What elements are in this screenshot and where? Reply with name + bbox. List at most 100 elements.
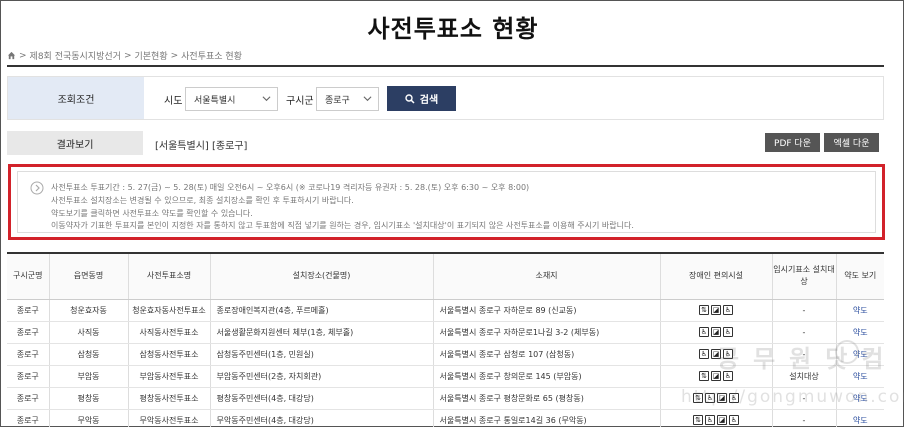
cell-place: 부암동주민센터(2층, 자치회관) — [210, 365, 434, 388]
cell-temp-booth: - — [772, 299, 837, 322]
table-row: 종로구 사직동 사직동사전투표소 서울생활문화지원센터 체부(1층, 체부홀) 서울특별… — [7, 321, 884, 344]
cell-place: 서울생활문화지원센터 체부(1층, 체부홀) — [210, 321, 434, 344]
ramp-icon: ◪ — [711, 327, 721, 337]
cell-name: 부암동사전투표소 — [128, 365, 211, 388]
col-header: 설치장소(건물명) — [210, 254, 434, 300]
cell-place: 무악동주민센터(4층, 대강당) — [210, 409, 434, 427]
elevator-icon: ⇅ — [699, 371, 709, 381]
wheelchair-icon: ♿ — [723, 371, 733, 381]
map-link[interactable]: 약도 — [836, 365, 884, 388]
notice-line: 사전투표소 투표기간 : 5. 27(금) ~ 5. 28(토) 매일 오전6시… — [51, 183, 530, 192]
cell-facilities: ♿ ◪ ♿ — [660, 343, 773, 366]
elevator-icon: ⇅ — [693, 415, 703, 425]
notice-line: 사전투표소 설치장소는 변경될 수 있으므로, 최종 설치장소를 확인 후 투표… — [51, 195, 354, 205]
polling-table: 구시군명 읍면동명 사전투표소명 설치장소(건물명) 소재지 장애인 편의시설 … — [7, 254, 884, 427]
col-header: 구시군명 — [7, 254, 50, 300]
cell-facilities: ⇅ ◪ ♿ — [660, 365, 773, 388]
cell-name: 평창동사전투표소 — [128, 387, 211, 410]
col-header: 사전투표소명 — [128, 254, 211, 300]
col-header: 소재지 — [433, 254, 661, 300]
search-button[interactable]: 검색 — [387, 86, 456, 111]
breadcrumb-item[interactable]: 사전투표소 현황 — [181, 49, 242, 62]
ramp-icon: ◪ — [717, 415, 727, 425]
cell-dong: 청운효자동 — [49, 299, 129, 322]
map-link[interactable]: 약도 — [836, 299, 884, 322]
cell-addr: 서울특별시 종로구 평창문화로 65 (평창동) — [433, 387, 661, 410]
cell-name: 사직동사전투표소 — [128, 321, 211, 344]
chevron-right-circle-icon — [30, 181, 44, 195]
cell-dong: 평창동 — [49, 387, 129, 410]
elevator-icon: ⇅ — [699, 305, 709, 315]
chevron-down-icon — [363, 96, 372, 102]
table-row: 종로구 평창동 평창동사전투표소 평창동주민센터(4층, 대강당) 서울특별시 종로구 … — [7, 387, 884, 410]
wheelchair-icon: ♿ — [699, 327, 709, 337]
cell-temp-booth: - — [772, 321, 837, 344]
sido-label: 시도 — [164, 96, 183, 107]
cell-gu: 종로구 — [7, 321, 50, 344]
ramp-icon: ◪ — [711, 349, 721, 359]
cell-gu: 종로구 — [7, 365, 50, 388]
result-text: [서울특별시] [종로구] — [155, 141, 248, 152]
cell-facilities: ⇅ ♿ ◪ ♿ — [660, 387, 773, 410]
notice-box: 사전투표소 투표기간 : 5. 27(금) ~ 5. 28(토) 매일 오전6시… — [8, 164, 885, 240]
cell-addr: 서울특별시 종로구 통일로14길 36 (무악동) — [433, 409, 661, 427]
cell-place: 평창동주민센터(4층, 대강당) — [210, 387, 434, 410]
col-header: 장애인 편의시설 — [660, 254, 773, 300]
cell-name: 무악동사전투표소 — [128, 409, 211, 427]
cell-temp-booth: - — [772, 343, 837, 366]
table-row: 종로구 무악동 무악동사전투표소 무악동주민센터(4층, 대강당) 서울특별시 종로구 … — [7, 409, 884, 427]
wheelchair-icon: ♿ — [723, 305, 733, 315]
elevator-icon: ⇅ — [693, 393, 703, 403]
cell-facilities: ⇅ ◪ ♿ — [660, 299, 773, 322]
excel-download-button[interactable]: 엑셀 다운 — [824, 133, 879, 152]
chevron-down-icon — [262, 96, 271, 102]
page-title: 사전투표소 현황 — [367, 15, 539, 43]
cell-gu: 종로구 — [7, 409, 50, 427]
cell-dong: 삼청동 — [49, 343, 129, 366]
pdf-download-button[interactable]: PDF 다운 — [765, 133, 820, 152]
cell-temp-booth: - — [772, 387, 837, 410]
cell-temp-booth: - — [772, 409, 837, 427]
cell-addr: 서울특별시 종로구 자하문로1나길 3-2 (체부동) — [433, 321, 661, 344]
cell-facilities: ♿ ◪ ♿ — [660, 321, 773, 344]
gugun-select[interactable]: 종로구 — [316, 87, 379, 111]
sido-select[interactable]: 서울특별시 — [185, 87, 278, 111]
wheelchair-icon: ♿ — [723, 327, 733, 337]
breadcrumb: > 제8회 전국동시지방선거 > 기본현황 > 사전투표소 현황 — [7, 49, 242, 62]
filter-label: 조회조건 — [8, 77, 144, 119]
wheelchair-icon: ♿ — [729, 415, 739, 425]
cell-facilities: ⇅ ♿ ◪ ♿ — [660, 409, 773, 427]
cell-addr: 서울특별시 종로구 창의문로 145 (부암동) — [433, 365, 661, 388]
notice-line: 약도보기를 클릭하면 사전투표소 약도를 확인할 수 있습니다. — [51, 208, 253, 218]
breadcrumb-item[interactable]: 제8회 전국동시지방선거 — [30, 49, 121, 62]
cell-place: 삼청동주민센터(1층, 민원실) — [210, 343, 434, 366]
cell-addr: 서울특별시 종로구 자하문로 89 (신교동) — [433, 299, 661, 322]
cell-gu: 종로구 — [7, 387, 50, 410]
wheelchair-icon: ♿ — [723, 349, 733, 359]
wheelchair-icon: ♿ — [705, 393, 715, 403]
wheelchair-icon: ♿ — [705, 415, 715, 425]
cell-gu: 종로구 — [7, 343, 50, 366]
wheelchair-icon: ♿ — [699, 349, 709, 359]
map-link[interactable]: 약도 — [836, 409, 884, 427]
breadcrumb-item[interactable]: 기본현황 — [134, 49, 167, 62]
table-row: 종로구 청운효자동 청운효자동사전투표소 종로장애인복지관(4층, 푸르메홀) 서울특별… — [7, 299, 884, 322]
result-label: 결과보기 — [7, 131, 143, 155]
table-row: 종로구 부암동 부암동사전투표소 부암동주민센터(2층, 자치회관) 서울특별시 종로구… — [7, 365, 884, 388]
result-bar: 결과보기 [서울특별시] [종로구] PDF 다운 엑셀 다운 — [7, 131, 884, 155]
cell-temp-booth: 설치대상 — [772, 365, 837, 388]
cell-gu: 종로구 — [7, 299, 50, 322]
wheelchair-icon: ♿ — [729, 393, 739, 403]
notice-line: 이동약자가 기표한 투표지를 본인이 지정한 자를 통하지 않고 투표함에 직접… — [51, 221, 634, 231]
search-icon — [405, 93, 415, 104]
gugun-label: 구시군 — [286, 96, 314, 107]
ramp-icon: ◪ — [711, 305, 721, 315]
home-icon[interactable] — [7, 51, 16, 60]
cell-dong: 부암동 — [49, 365, 129, 388]
cell-dong: 사직동 — [49, 321, 129, 344]
divider — [7, 65, 884, 67]
map-link[interactable]: 약도 — [836, 387, 884, 410]
cell-dong: 무악동 — [49, 409, 129, 427]
cell-name: 청운효자동사전투표소 — [128, 299, 211, 322]
cell-name: 삼청동사전투표소 — [128, 343, 211, 366]
